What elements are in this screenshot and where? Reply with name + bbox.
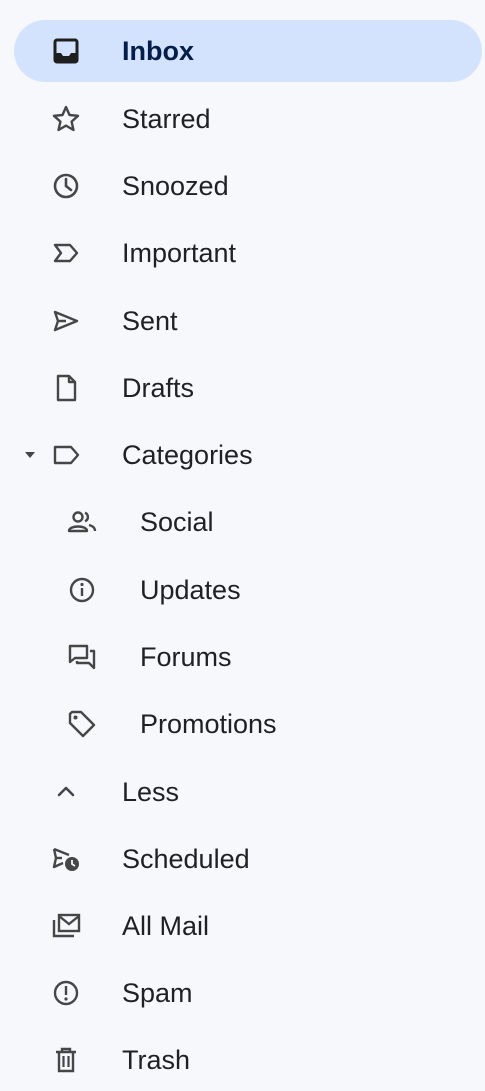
tag-icon [66, 708, 98, 740]
sidebar-item-label: Promotions [140, 709, 277, 739]
sidebar-item-scheduled[interactable]: Scheduled [14, 828, 482, 890]
important-icon [50, 237, 82, 269]
mail-sidebar-nav: Inbox Starred Snoozed Important Sent Dra… [0, 0, 485, 1088]
sidebar-item-trash[interactable]: Trash [14, 1029, 482, 1091]
sidebar-item-important[interactable]: Important [14, 222, 482, 284]
clock-icon [50, 170, 82, 202]
sidebar-item-spam[interactable]: Spam [14, 962, 482, 1024]
sidebar-item-label: Trash [122, 1045, 191, 1075]
sidebar-item-label: All Mail [122, 911, 210, 941]
sidebar-item-label: Categories [122, 440, 253, 470]
chevron-up-icon [50, 776, 82, 808]
sidebar-item-less[interactable]: Less [14, 761, 482, 823]
inbox-icon [50, 35, 82, 67]
sidebar-item-updates[interactable]: Updates [14, 559, 482, 621]
sidebar-item-snoozed[interactable]: Snoozed [14, 155, 482, 217]
sidebar-item-label: Important [122, 238, 237, 268]
sidebar-item-all-mail[interactable]: All Mail [14, 895, 482, 957]
sidebar-item-label: Updates [140, 575, 241, 605]
sidebar-item-label: Snoozed [122, 171, 229, 201]
all-mail-icon [50, 910, 82, 942]
sidebar-item-drafts[interactable]: Drafts [14, 357, 482, 419]
spam-icon [50, 977, 82, 1009]
star-icon [50, 103, 82, 135]
people-icon [66, 506, 98, 538]
draft-icon [50, 372, 82, 404]
sidebar-item-label: Forums [140, 642, 232, 672]
sidebar-item-categories[interactable]: Categories [14, 424, 482, 486]
sidebar-item-label: Social [140, 507, 214, 537]
sidebar-item-label: Scheduled [122, 844, 250, 874]
sidebar-item-label: Inbox [122, 36, 194, 66]
trash-icon [50, 1044, 82, 1076]
sidebar-item-forums[interactable]: Forums [14, 626, 482, 688]
sidebar-item-label: Spam [122, 978, 193, 1008]
send-icon [50, 305, 82, 337]
scheduled-send-icon [50, 843, 82, 875]
sidebar-item-sent[interactable]: Sent [14, 290, 482, 352]
sidebar-item-inbox[interactable]: Inbox [14, 20, 482, 82]
sidebar-item-promotions[interactable]: Promotions [14, 693, 482, 755]
sidebar-item-label: Less [122, 777, 180, 807]
sidebar-item-starred[interactable]: Starred [14, 88, 482, 150]
label-icon [50, 439, 82, 471]
caret-down-icon[interactable] [24, 450, 36, 460]
info-icon [66, 574, 98, 606]
forum-icon [66, 641, 98, 673]
sidebar-item-label: Drafts [122, 373, 195, 403]
sidebar-item-label: Starred [122, 104, 211, 134]
sidebar-item-social[interactable]: Social [14, 491, 482, 553]
sidebar-item-label: Sent [122, 306, 178, 336]
